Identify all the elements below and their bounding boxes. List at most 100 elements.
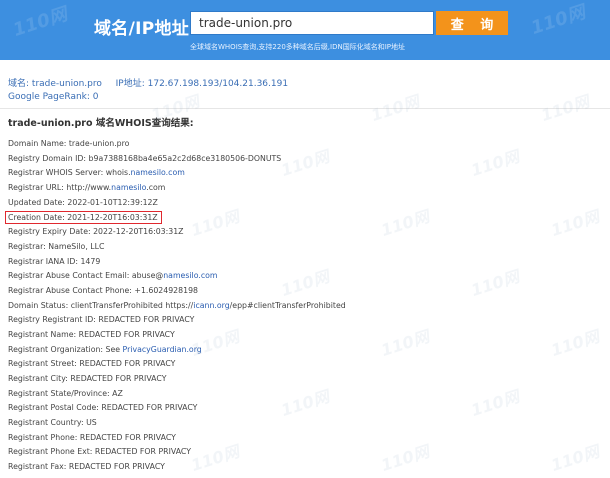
record-key: Registrant Postal Code: <box>8 403 102 413</box>
search-header: 110网 110网 域名/IP地址: 查 询 全球域名WHOIS查询,支持220… <box>0 0 610 60</box>
watermark: 110网 <box>468 146 522 181</box>
whois-records: Domain Name: trade-union.pro Registry Dom… <box>5 138 346 476</box>
record-value: 1479 <box>80 256 101 266</box>
watermark: 110网 <box>528 1 588 39</box>
record-value: whois. <box>105 168 131 178</box>
watermark: 110网 <box>468 386 522 421</box>
record-key: Registry Domain ID: <box>8 153 89 163</box>
record-key: Registry Registrant ID: <box>8 315 99 325</box>
search-label: 域名/IP地址: <box>94 19 197 39</box>
whois-record: Domain Name: trade-union.pro <box>8 138 346 153</box>
record-key: Registrant Fax: <box>8 462 69 472</box>
watermark: 110网 <box>548 441 602 476</box>
record-key: Registrant Organization: <box>8 344 106 354</box>
pagerank-label: Google PageRank: <box>8 92 90 102</box>
record-value: clientTransferProhibited https:// <box>70 300 194 310</box>
record-value: REDACTED FOR PRIVACY <box>101 403 198 413</box>
record-key: Registrar IANA ID: <box>8 256 81 266</box>
whois-record: Registrar WHOIS Server: whois.namesilo.c… <box>8 167 346 182</box>
record-value: 2021-12-20T16:03:31Z <box>67 213 158 223</box>
record-key: Registrant Phone: <box>8 432 80 442</box>
result-title: trade-union.pro 域名WHOIS查询结果: <box>8 118 194 129</box>
whois-record: Updated Date: 2022-01-10T12:39:12Z <box>8 197 346 212</box>
record-key: Registrar URL: <box>8 183 67 193</box>
record-key: Updated Date: <box>8 197 68 207</box>
watermark: 110网 <box>368 91 422 126</box>
ip-value[interactable]: 172.67.198.193/104.21.36.191 <box>148 79 288 89</box>
whois-record: Registrar IANA ID: 1479 <box>8 256 346 271</box>
watermark: 110网 <box>378 441 432 476</box>
record-key: Registrant City: <box>8 374 71 383</box>
record-value: See <box>105 344 123 354</box>
domain-value[interactable]: trade-union.pro <box>32 79 102 89</box>
record-link[interactable]: namesilo.com <box>163 271 217 280</box>
whois-record: Registrant Phone: REDACTED FOR PRIVACY <box>8 432 346 447</box>
record-value: AZ <box>112 388 123 398</box>
record-key: Registrant Country: <box>8 418 87 428</box>
whois-record: Registrant Name: REDACTED FOR PRIVACY <box>8 329 346 344</box>
record-value: 2022-12-20T16:03:31Z <box>93 227 184 237</box>
watermark: 110网 <box>378 326 432 361</box>
record-key: Domain Name: <box>8 139 69 148</box>
record-value: REDACTED FOR PRIVACY <box>79 432 176 442</box>
record-value: b9a7388168ba4e65a2c2d68ce3180506-DONUTS <box>88 153 282 163</box>
record-key: Registrant Street: <box>8 359 80 369</box>
record-key: Registrar Abuse Contact Email: <box>8 271 132 281</box>
watermark: 110网 <box>548 206 602 241</box>
whois-record: Registrant Organization: See PrivacyGuar… <box>8 344 346 359</box>
whois-record: Domain Status: clientTransferProhibited … <box>8 300 346 315</box>
watermark: 110网 <box>378 206 432 241</box>
record-value: trade-union.pro <box>68 139 130 148</box>
record-value: REDACTED FOR PRIVACY <box>79 359 176 369</box>
watermark: 110网 <box>548 326 602 361</box>
record-key: Creation Date: <box>8 213 68 223</box>
record-link[interactable]: namesilo.com <box>131 168 185 177</box>
record-value: 2022-01-10T12:39:12Z <box>67 197 158 207</box>
whois-record: Registry Expiry Date: 2022-12-20T16:03:3… <box>8 226 346 241</box>
whois-record: Registrant Postal Code: REDACTED FOR PRI… <box>8 402 346 417</box>
record-link[interactable]: namesilo <box>111 183 146 192</box>
whois-record: Registry Domain ID: b9a7388168ba4e65a2c2… <box>8 153 346 168</box>
ip-label: IP地址: <box>115 79 145 89</box>
whois-record: Registrant City: REDACTED FOR PRIVACY <box>8 373 346 388</box>
record-value: REDACTED FOR PRIVACY <box>70 374 167 383</box>
whois-record: Registrar URL: http://www.namesilo.com <box>8 182 346 197</box>
whois-record: Registry Registrant ID: REDACTED FOR PRI… <box>8 314 346 329</box>
record-key: Registrar WHOIS Server: <box>8 168 106 178</box>
record-value: US <box>86 418 97 428</box>
search-button[interactable]: 查 询 <box>436 11 508 35</box>
record-key: Registrar Abuse Contact Phone: <box>8 285 135 295</box>
divider <box>0 108 610 109</box>
whois-record: Creation Date: 2021-12-20T16:03:31Z <box>5 211 346 226</box>
record-value: REDACTED FOR PRIVACY <box>78 329 175 339</box>
pagerank-value: 0 <box>92 92 99 102</box>
whois-record: Registrant Fax: REDACTED FOR PRIVACY <box>8 461 346 476</box>
record-value: REDACTED FOR PRIVACY <box>94 447 191 457</box>
record-value: abuse@ <box>131 271 164 281</box>
domain-summary: 域名: trade-union.pro IP地址: 172.67.198.193… <box>8 78 288 104</box>
whois-record: Registrar Abuse Contact Email: abuse@nam… <box>8 270 346 285</box>
record-link[interactable]: icann.org <box>193 301 229 310</box>
whois-record: Registrar: NameSilo, LLC <box>8 241 346 256</box>
domain-label: 域名: <box>8 79 30 89</box>
search-subtitle: 全球域名WHOIS查询,支持220多种域名后缀,IDN国际化域名和IP地址 <box>190 43 405 51</box>
record-value: NameSilo, LLC <box>48 241 105 251</box>
whois-record: Registrar Abuse Contact Phone: +1.602492… <box>8 285 346 300</box>
record-value: REDACTED FOR PRIVACY <box>98 315 195 325</box>
record-key: Registrant Name: <box>8 329 79 339</box>
watermark: 110网 <box>468 266 522 301</box>
domain-search-input[interactable] <box>190 11 434 35</box>
record-key: Registrant State/Province: <box>8 388 113 398</box>
record-link[interactable]: PrivacyGuardian.org <box>123 345 202 354</box>
record-value: http://www. <box>66 183 112 193</box>
whois-record: Registrant Country: US <box>8 417 346 432</box>
watermark: 110网 <box>10 3 70 41</box>
record-value-suffix: .com <box>146 183 166 193</box>
whois-record: Registrant State/Province: AZ <box>8 388 346 403</box>
record-key: Registrar: <box>8 241 49 251</box>
record-value-suffix: /epp#clientTransferProhibited <box>229 300 346 310</box>
record-key: Registry Expiry Date: <box>8 227 94 237</box>
highlight-box: Creation Date: 2021-12-20T16:03:31Z <box>5 211 162 225</box>
record-value: REDACTED FOR PRIVACY <box>68 462 165 472</box>
whois-record: Registrant Street: REDACTED FOR PRIVACY <box>8 358 346 373</box>
